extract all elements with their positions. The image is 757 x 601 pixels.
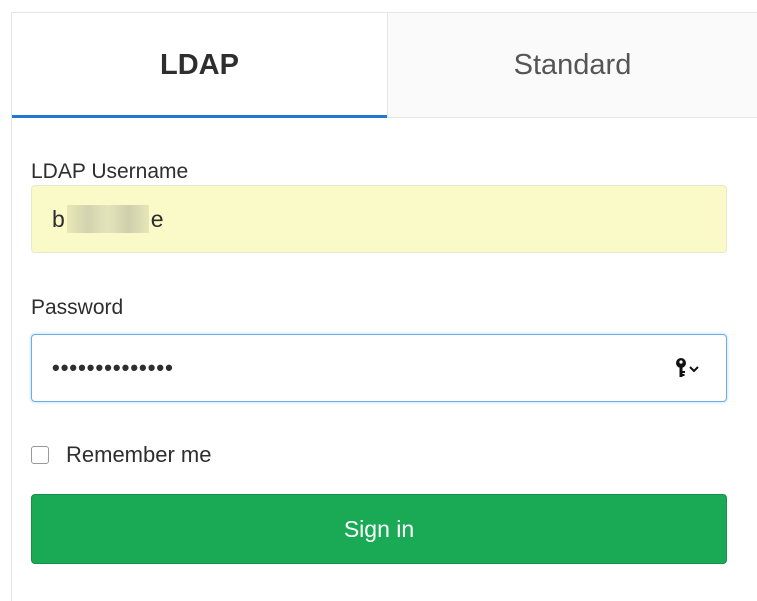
tab-standard[interactable]: Standard: [387, 13, 757, 117]
auth-tabs: LDAP Standard: [12, 13, 757, 118]
sign-in-button[interactable]: Sign in: [31, 494, 727, 564]
username-suffix: e: [150, 205, 164, 232]
tab-ldap-label: LDAP: [160, 48, 239, 81]
tab-standard-label: Standard: [513, 48, 632, 81]
username-prefix: b: [52, 205, 65, 232]
key-icon[interactable]: [674, 357, 704, 379]
tab-ldap[interactable]: LDAP: [12, 13, 387, 118]
remember-me-label: Remember me: [66, 442, 212, 467]
redacted-blur: [66, 205, 149, 233]
remember-me-checkbox[interactable]: [31, 446, 49, 464]
sign-in-label: Sign in: [343, 515, 415, 542]
username-field[interactable]: b e: [31, 185, 727, 253]
password-field[interactable]: ••••••••••••••: [31, 334, 727, 402]
remember-me: Remember me: [31, 442, 211, 468]
username-label: LDAP Username: [31, 160, 189, 183]
password-value: ••••••••••••••: [52, 355, 174, 380]
password-label: Password: [31, 296, 124, 319]
